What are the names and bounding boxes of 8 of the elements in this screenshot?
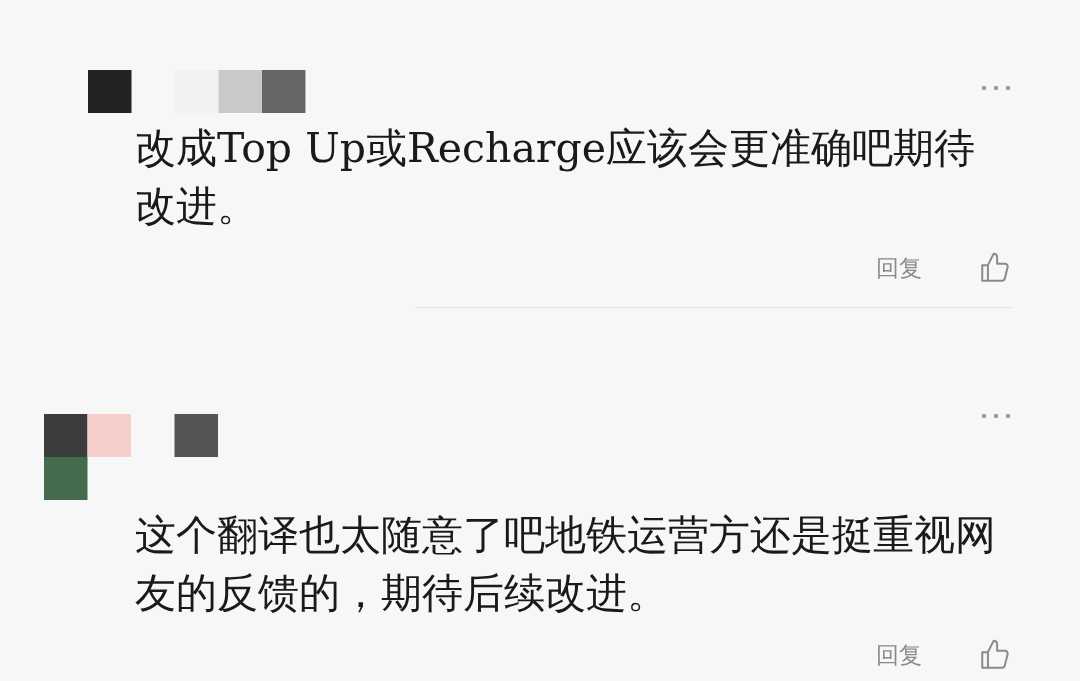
reply-link[interactable]: 回复 — [876, 639, 922, 671]
thumbs-up-icon[interactable] — [978, 251, 1012, 285]
thumbs-up-icon[interactable] — [978, 638, 1012, 672]
comment-text: 这个翻译也太随意了吧地铁运营方还是挺重视网友的反馈的，期待后续改进。 — [135, 510, 997, 619]
reply-link[interactable]: 回复 — [876, 252, 922, 284]
comment-text: 改成Top Up或Recharge应该会更准确吧期待改进。 — [135, 123, 976, 232]
more-icon[interactable] — [980, 84, 1012, 92]
more-icon[interactable] — [980, 412, 1012, 420]
